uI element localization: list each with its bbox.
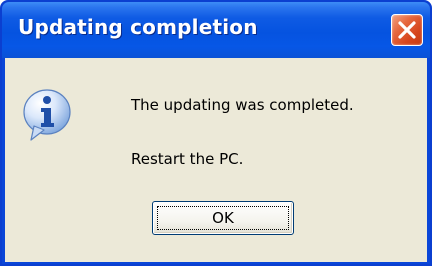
dialog-body: The updating was completed. Restart the …: [5, 58, 427, 262]
message-line-1: The updating was completed.: [131, 96, 354, 114]
close-icon: [398, 21, 416, 39]
title-bar[interactable]: Updating completion: [2, 2, 430, 58]
dialog-window: Updating completion The updating was com…: [0, 0, 432, 266]
info-icon: [23, 89, 71, 141]
message-line-2: Restart the PC.: [131, 150, 244, 168]
window-title: Updating completion: [18, 15, 258, 39]
close-button[interactable]: [391, 14, 423, 46]
ok-button[interactable]: OK: [152, 201, 294, 235]
ok-button-label: OK: [157, 206, 289, 230]
